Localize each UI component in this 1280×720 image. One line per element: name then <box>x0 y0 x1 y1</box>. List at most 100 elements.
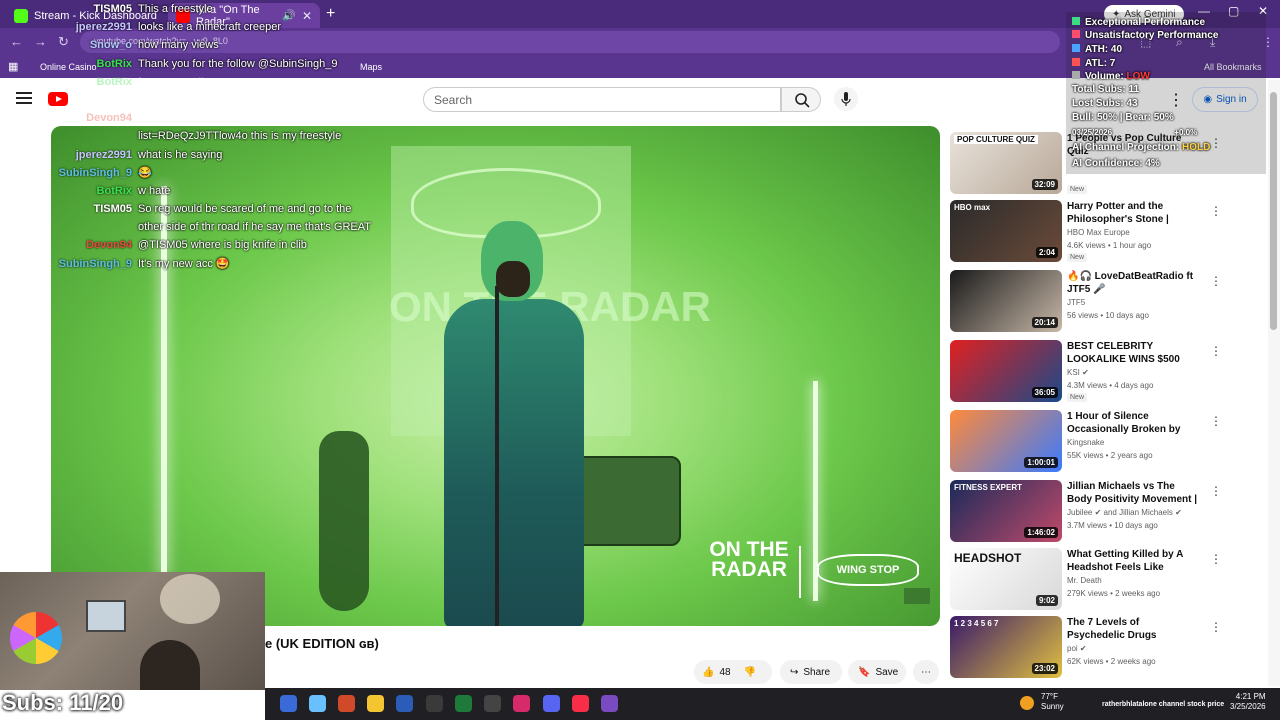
channel-name[interactable]: KSI ✔ <box>1067 368 1089 377</box>
recommended-title[interactable]: The 7 Levels of Psychedelic Drugs <box>1067 616 1199 642</box>
ceiling-lamp <box>160 574 220 624</box>
recommended-video[interactable]: HEADSHOT 9:02 What Getting Killed by A Hea… <box>950 548 1268 610</box>
taskbar-obs-icon[interactable] <box>426 695 443 712</box>
on-the-radar-logo: ON THE RADAR <box>709 538 789 581</box>
recommended-title[interactable]: 🔥🎧 LoveDatBeatRadio ft JTF5 🎤 <box>1067 270 1199 296</box>
search-button[interactable] <box>781 87 821 112</box>
thumbnail-label: FITNESS EXPERT <box>954 483 1023 492</box>
new-badge: New <box>1067 185 1088 194</box>
date-change-stat: 03/25/2026 +0.0% <box>1072 128 1198 137</box>
taskbar-chrome-profile-icon[interactable] <box>601 695 618 712</box>
chat-username: SubinSingh_9 <box>58 167 132 179</box>
total-subs-stat: Total Subs: 11 <box>1072 84 1140 95</box>
legend-exceptional: Exceptional Performance <box>1072 17 1205 28</box>
chat-text: @TISM05 where is big knife in clib <box>138 239 307 251</box>
lost-subs-stat: Lost Subs: 43 <box>1072 98 1138 109</box>
taskbar-powerpoint-icon[interactable] <box>338 695 355 712</box>
video-options-icon[interactable]: ⋮ <box>1210 620 1222 634</box>
recommended-video[interactable]: 1:00:01 1 Hour of Silence Occasionally Br… <box>950 410 1268 472</box>
video-options-icon[interactable]: ⋮ <box>1210 484 1222 498</box>
channel-name[interactable]: Kingsnake <box>1067 438 1104 447</box>
channel-name[interactable]: Mr. Death <box>1067 576 1102 585</box>
recommended-video[interactable]: HBO max 2:04 Harry Potter and the Philosop… <box>950 200 1268 262</box>
confidence-stat: AI Confidence: 4% <box>1072 158 1160 169</box>
share-button[interactable]: ↪ Share <box>780 660 842 684</box>
video-thumbnail[interactable]: 20:14 <box>950 270 1062 332</box>
recommended-video[interactable]: 36:05 BEST CELEBRITY LOOKALIKE WINS $500 K… <box>950 340 1268 402</box>
recommended-video[interactable]: 20:14 🔥🎧 LoveDatBeatRadio ft JTF5 🎤 JTF5 56… <box>950 270 1268 332</box>
video-duration: 23:02 <box>1031 663 1058 674</box>
taskbar-excel-icon[interactable] <box>455 695 472 712</box>
bookmark-icon: 🔖 <box>858 666 871 678</box>
video-options-icon[interactable]: ⋮ <box>1210 204 1222 218</box>
watermark <box>904 588 930 604</box>
recommended-title[interactable]: BEST CELEBRITY LOOKALIKE WINS $500 <box>1067 340 1199 366</box>
microphone-icon <box>841 92 851 106</box>
voice-search-button[interactable] <box>834 87 858 111</box>
more-actions-icon[interactable]: ⋯ <box>913 660 939 684</box>
video-duration: 1:46:02 <box>1024 527 1058 538</box>
taskbar-music-icon[interactable] <box>572 695 589 712</box>
channel-name[interactable]: JTF5 <box>1067 298 1085 307</box>
dislike-icon[interactable]: 👎 <box>744 667 756 678</box>
video-thumbnail[interactable]: HEADSHOT 9:02 <box>950 548 1062 610</box>
video-duration: 32:09 <box>1031 179 1058 190</box>
mic-stand <box>495 286 499 626</box>
volume-stat: Volume: LOW <box>1072 71 1150 82</box>
like-icon[interactable]: 👍 <box>702 667 714 678</box>
system-clock[interactable]: 4:21 PM 3/25/2026 <box>1230 692 1266 712</box>
weather-widget[interactable]: 77°F Sunny <box>1041 692 1064 712</box>
recommended-title[interactable]: Jillian Michaels vs The Body Positivity … <box>1067 480 1199 506</box>
share-icon: ↪ <box>790 666 799 678</box>
logo-divider <box>799 546 801 598</box>
new-badge: New <box>1067 393 1088 402</box>
chat-text: free yew really <box>138 76 209 88</box>
performer <box>436 221 586 626</box>
video-duration: 1:00:01 <box>1024 457 1058 468</box>
channel-name[interactable]: HBO Max Europe <box>1067 228 1130 237</box>
subs-goal-counter: Subs: 11/20 <box>2 690 124 715</box>
video-thumbnail[interactable]: 1 2 3 4 5 6 7 23:02 <box>950 616 1062 678</box>
screen: Stream - Kick Dashboard Ikka "On The Rad… <box>0 0 1280 720</box>
taskbar-store-icon[interactable] <box>280 695 297 712</box>
recommended-video[interactable]: FITNESS EXPERT 1:46:02 Jillian Michaels vs… <box>950 480 1268 542</box>
video-options-icon[interactable]: ⋮ <box>1210 344 1222 358</box>
video-thumbnail[interactable]: HBO max 2:04 <box>950 200 1062 262</box>
thumbnail-label: HEADSHOT <box>954 551 1022 565</box>
scrollbar-thumb[interactable] <box>1270 92 1277 330</box>
chat-text: list=RDeQzJ9TTlow4o this is my freestyle <box>138 130 342 142</box>
search-input[interactable]: Search <box>423 87 781 112</box>
recommended-title[interactable]: Harry Potter and the Philosopher's Stone… <box>1067 200 1199 226</box>
ath-stat: ATH: 40 <box>1072 44 1122 55</box>
stats-overlay: Exceptional Performance Unsatisfactory P… <box>1066 12 1266 174</box>
recommended-title[interactable]: 1 Hour of Silence Occasionally Broken by… <box>1067 410 1199 436</box>
video-meta: 279K views • 2 weeks ago <box>1067 589 1161 598</box>
video-options-icon[interactable]: ⋮ <box>1210 274 1222 288</box>
chat-username: Devon94 <box>86 239 132 251</box>
video-thumbnail[interactable]: POP CULTURE QUIZ 32:09 <box>950 132 1062 194</box>
video-options-icon[interactable]: ⋮ <box>1210 552 1222 566</box>
taskbar-discord-icon[interactable] <box>543 695 560 712</box>
chat-text: https://youtu.be/eQz.J9TTlow4o? <box>138 112 300 124</box>
like-dislike-group: 👍 48 👎 <box>694 660 772 684</box>
wingstop-logo: WING STOP <box>817 554 919 586</box>
video-duration: 2:04 <box>1035 247 1058 258</box>
taskbar-chrome-icon[interactable] <box>367 695 384 712</box>
video-thumbnail[interactable]: 36:05 <box>950 340 1062 402</box>
video-thumbnail[interactable]: FITNESS EXPERT 1:46:02 <box>950 480 1062 542</box>
taskbar-app-icon[interactable] <box>484 695 501 712</box>
taskbar-copilot-icon[interactable] <box>309 695 326 712</box>
video-thumbnail[interactable]: 1:00:01 <box>950 410 1062 472</box>
taskbar-maps-icon[interactable] <box>513 695 530 712</box>
save-button[interactable]: 🔖 Save <box>848 660 906 684</box>
channel-name[interactable]: poi ✔ <box>1067 644 1087 653</box>
taskbar-word-icon[interactable] <box>396 695 413 712</box>
video-options-icon[interactable]: ⋮ <box>1210 414 1222 428</box>
chat-username: SubinSingh_9 <box>58 258 132 270</box>
video-meta: 4.6K views • 1 hour ago <box>1067 241 1152 250</box>
chat-text: Glazing myself rn <box>138 94 223 106</box>
chat-text: what is he saying <box>138 149 223 161</box>
recommended-video[interactable]: 1 2 3 4 5 6 7 23:02 The 7 Levels of Psyche… <box>950 616 1268 678</box>
channel-name[interactable]: Jubilee ✔ and Jillian Michaels ✔ <box>1067 508 1182 517</box>
recommended-title[interactable]: What Getting Killed by A Headshot Feels … <box>1067 548 1199 574</box>
